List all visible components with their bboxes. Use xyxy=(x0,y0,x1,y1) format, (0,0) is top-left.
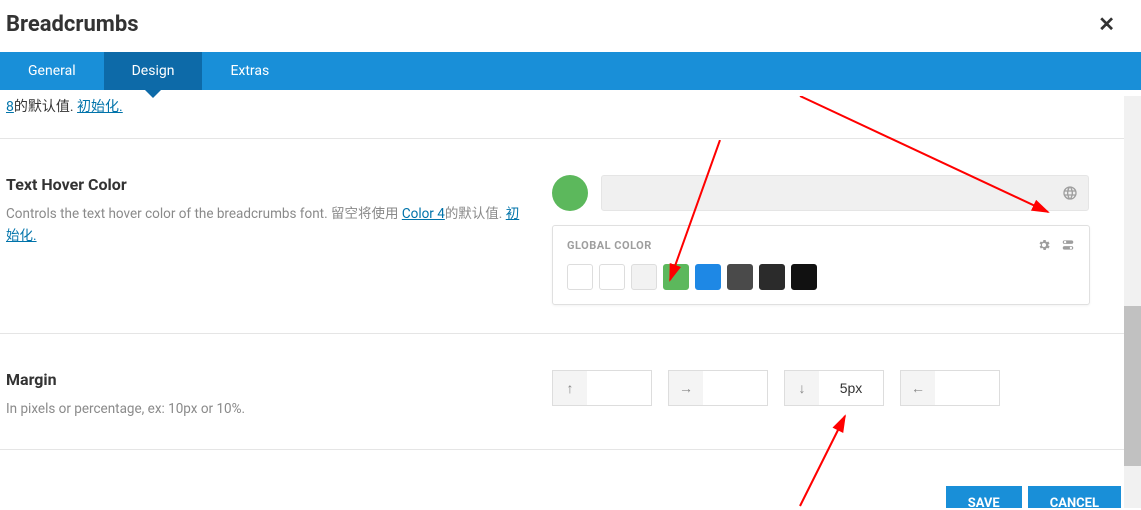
swatch-5[interactable] xyxy=(727,264,753,290)
hover-desc-prefix: Controls the text hover color of the bre… xyxy=(6,206,402,222)
margin-left-input[interactable] xyxy=(935,371,999,405)
prev-tail-text: 的默认值. xyxy=(14,99,77,115)
tab-extras[interactable]: Extras xyxy=(202,52,297,90)
scrollbar-track[interactable] xyxy=(1124,96,1141,508)
margin-right-field: → xyxy=(668,370,768,406)
swatch-7[interactable] xyxy=(791,264,817,290)
margin-bottom-field: ↓ xyxy=(784,370,884,406)
arrow-down-icon: ↓ xyxy=(785,371,819,405)
previous-setting-tail: 8的默认值. 初始化. xyxy=(0,96,1124,139)
margin-left-field: ← xyxy=(900,370,1000,406)
selected-color-swatch[interactable] xyxy=(552,175,588,211)
text-hover-color-row: Text Hover Color Controls the text hover… xyxy=(0,139,1124,334)
cancel-button[interactable]: CANCEL xyxy=(1028,486,1121,508)
margin-bottom-input[interactable] xyxy=(819,371,883,405)
arrow-left-icon: ← xyxy=(901,371,935,405)
tab-bar: General Design Extras xyxy=(0,52,1141,90)
color-input-bar[interactable] xyxy=(601,175,1089,211)
globe-icon xyxy=(1062,185,1078,201)
margin-top-field: ↑ xyxy=(552,370,652,406)
scrollbar-thumb[interactable] xyxy=(1124,306,1141,466)
margin-title: Margin xyxy=(6,370,522,389)
hover-color-desc: Controls the text hover color of the bre… xyxy=(6,204,522,247)
hover-desc-mid: 的默认值. xyxy=(445,206,506,222)
margin-desc: In pixels or percentage, ex: 10px or 10%… xyxy=(6,399,522,421)
swatch-6[interactable] xyxy=(759,264,785,290)
margin-right-input[interactable] xyxy=(703,371,767,405)
margin-row: Margin In pixels or percentage, ex: 10px… xyxy=(0,334,1124,450)
swatch-3[interactable] xyxy=(663,264,689,290)
close-button[interactable]: ✕ xyxy=(1090,8,1123,40)
arrow-up-icon: ↑ xyxy=(553,371,587,405)
swatch-1[interactable] xyxy=(599,264,625,290)
gear-icon[interactable] xyxy=(1037,238,1051,252)
global-color-panel: GLOBAL COLOR xyxy=(552,225,1090,305)
save-button[interactable]: SAVE xyxy=(946,486,1022,508)
prev-init-link[interactable]: 初始化. xyxy=(77,99,123,115)
page-title: Breadcrumbs xyxy=(6,12,139,37)
swatch-0[interactable] xyxy=(567,264,593,290)
tab-design[interactable]: Design xyxy=(104,52,203,90)
tab-general[interactable]: General xyxy=(0,52,104,90)
hover-color4-link[interactable]: Color 4 xyxy=(402,206,445,222)
global-color-label: GLOBAL COLOR xyxy=(567,239,652,252)
toggle-icon[interactable] xyxy=(1061,238,1075,252)
swatch-4[interactable] xyxy=(695,264,721,290)
arrow-right-icon: → xyxy=(669,371,703,405)
margin-top-input[interactable] xyxy=(587,371,651,405)
swatch-2[interactable] xyxy=(631,264,657,290)
prev-color-link[interactable]: 8 xyxy=(6,99,14,115)
swatch-row xyxy=(567,264,1075,290)
hover-color-title: Text Hover Color xyxy=(6,175,522,194)
